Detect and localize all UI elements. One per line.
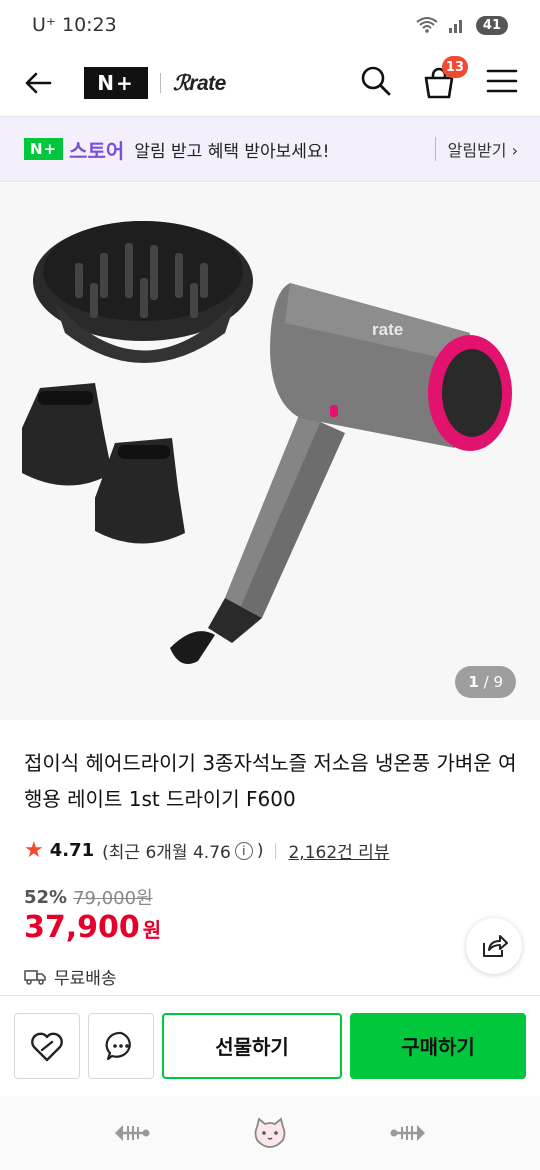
fish-bone-recent-icon[interactable] <box>389 1121 429 1145</box>
system-navigation-bar <box>0 1096 540 1170</box>
gift-button[interactable]: 선물하기 <box>162 1012 342 1079</box>
notification-promo-banner[interactable]: N+ 스토어 알림 받고 혜택 받아보세요! 알림받기 › <box>0 116 540 182</box>
purchase-action-bar: 선물하기 구매하기 <box>0 995 540 1095</box>
info-icon[interactable]: i <box>234 841 253 860</box>
wifi-icon <box>416 17 438 33</box>
product-title: 접이식 헤어드라이기 3종자석노즐 저소음 냉온풍 가벼운 여행용 레이트 1s… <box>24 751 517 811</box>
menu-button[interactable] <box>486 68 518 98</box>
chat-button[interactable] <box>88 1012 154 1079</box>
hamburger-menu-icon <box>486 69 518 93</box>
store-name: 스토어 <box>69 138 125 163</box>
rating-value: 4.71 <box>49 840 95 861</box>
shipping-info: 무료배송 <box>24 964 117 989</box>
nplus-logo[interactable]: N+ <box>84 67 148 99</box>
product-image-gallery[interactable]: rate 1 / 9 <box>0 183 540 720</box>
share-icon <box>483 935 508 957</box>
rating-divider <box>275 842 277 859</box>
signal-icon <box>448 20 462 33</box>
nplus-logo-text: N+ <box>97 71 135 95</box>
truck-icon <box>24 969 46 985</box>
arrow-left-icon <box>25 72 52 94</box>
currency-label: 원 <box>142 918 162 942</box>
svg-text:rate: rate <box>372 320 403 339</box>
rating-row: ★ 4.71 (최근 6개월 4.76 i ) 2,162건 리뷰 <box>24 838 389 863</box>
status-icons: 41 <box>416 15 508 35</box>
store-np-badge: N+ <box>24 138 64 160</box>
brand-logo[interactable]: ℛrate <box>173 71 226 96</box>
buy-button[interactable]: 구매하기 <box>350 1012 526 1079</box>
share-button[interactable] <box>466 918 522 974</box>
wishlist-button[interactable] <box>14 1012 80 1079</box>
promo-text: 알림 받고 혜택 받아보세요! <box>134 141 330 162</box>
status-bar: U⁺ 10:23 41 <box>0 0 540 50</box>
price-row: 37,900 원 <box>24 910 161 945</box>
heart-link-icon <box>31 1032 63 1061</box>
recent-rating-close: ) <box>256 840 264 861</box>
battery-icon: 41 <box>475 15 508 35</box>
sale-price: 37,900 <box>24 910 140 945</box>
header-actions: 13 <box>360 56 518 101</box>
cat-face-home-icon[interactable] <box>252 1117 288 1149</box>
shipping-text: 무료배송 <box>54 969 117 989</box>
review-count-link[interactable]: 2,162건 리뷰 <box>288 838 389 863</box>
recent-rating: (최근 6개월 4.76 <box>102 843 231 863</box>
star-icon: ★ <box>24 838 44 863</box>
subscribe-alert-link[interactable]: 알림받기 › <box>434 137 518 161</box>
app-header: N+ ℛrate 13 <box>0 50 540 116</box>
fish-bone-back-icon[interactable] <box>111 1121 151 1145</box>
image-counter-current: 1 <box>468 673 479 691</box>
search-icon <box>361 66 391 96</box>
cart-count-badge: 13 <box>441 56 468 78</box>
chat-bubble-icon <box>105 1031 131 1060</box>
back-button[interactable] <box>22 67 54 99</box>
header-divider <box>160 73 161 93</box>
original-price: 79,000원 <box>73 888 153 909</box>
image-counter: 1 / 9 <box>455 666 516 698</box>
image-counter-total: / 9 <box>483 673 503 691</box>
brand-logo-text: rate <box>189 71 226 95</box>
discount-row: 52% 79,000원 <box>24 884 153 910</box>
carrier-time: U⁺ 10:23 <box>32 14 117 36</box>
search-button[interactable] <box>360 65 392 101</box>
nplus-store-logo: N+ 스토어 <box>24 135 124 164</box>
discount-percent: 52% <box>24 886 68 908</box>
cart-button[interactable]: 13 <box>422 56 468 100</box>
product-photo: rate <box>22 221 512 665</box>
